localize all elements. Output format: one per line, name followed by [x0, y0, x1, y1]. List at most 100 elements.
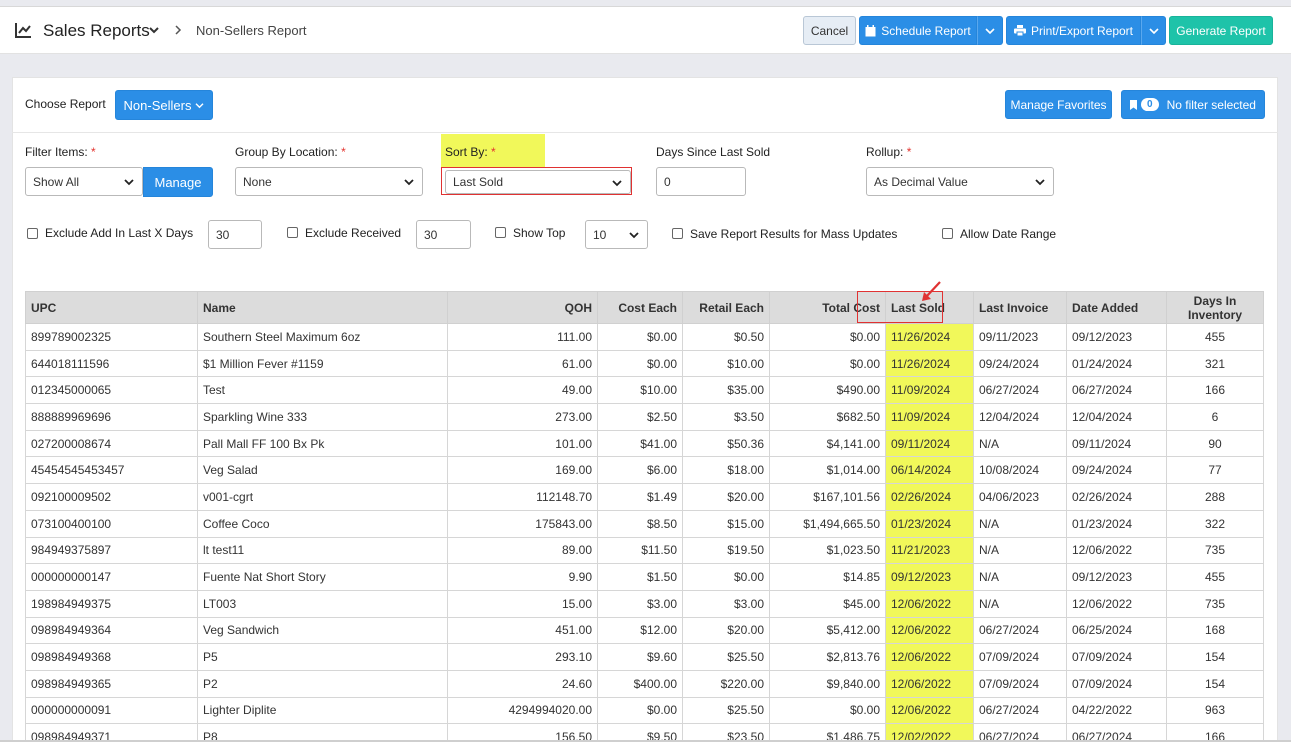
cell-upc: 073100400100: [25, 509, 198, 538]
cell-total-cost: $1,014.00: [769, 456, 886, 485]
cell-days-in-inventory: 166: [1166, 376, 1264, 405]
table-row[interactable]: 198984949375 LT003 15.00 $3.00 $3.00 $45.00 12…: [25, 589, 1264, 618]
generate-report-button[interactable]: Generate Report: [1169, 16, 1273, 45]
cell-total-cost: $1,494,665.50: [769, 509, 886, 538]
group-by-select[interactable]: None: [235, 167, 423, 196]
cell-days-in-inventory: 90: [1166, 429, 1264, 458]
exclude-received-input[interactable]: 30: [416, 220, 471, 249]
exclude-add-label: Exclude Add In Last X Days: [45, 226, 194, 240]
cell-upc: 888889969696: [25, 403, 198, 431]
choose-report-dropdown[interactable]: Non-Sellers: [115, 90, 213, 120]
print-dropdown-button[interactable]: [1141, 16, 1166, 45]
chevron-down-icon[interactable]: [148, 24, 160, 36]
col-header-name[interactable]: Name: [197, 291, 448, 324]
table-row[interactable]: 45454545453457 Veg Salad 169.00 $6.00 $18.00…: [25, 456, 1264, 485]
cell-days-in-inventory: 168: [1166, 616, 1264, 645]
exclude-add-checkbox[interactable]: [27, 228, 38, 239]
cell-date-added: 01/24/2024: [1066, 349, 1167, 378]
show-top-checkbox[interactable]: [495, 227, 506, 238]
cell-last-sold: 11/21/2023: [885, 536, 974, 565]
manage-button[interactable]: Manage: [143, 167, 213, 197]
table-row[interactable]: 073100400100 Coffee Coco 175843.00 $8.50 $15…: [25, 509, 1264, 538]
table-row[interactable]: 098984949365 P2 24.60 $400.00 $220.00 $9,840.…: [25, 669, 1264, 698]
cell-upc: 098984949364: [25, 616, 198, 645]
cell-cost-each: $10.00: [597, 376, 683, 405]
cell-total-cost: $0.00: [769, 349, 886, 378]
rollup-select[interactable]: As Decimal Value: [866, 167, 1054, 196]
table-row[interactable]: 644018111596 $1 Million Fever #1159 61.00 $…: [25, 349, 1264, 378]
manage-favorites-button[interactable]: Manage Favorites: [1005, 90, 1112, 119]
table-row[interactable]: 888889969696 Sparkling Wine 333 273.00 $2.5…: [25, 403, 1264, 431]
cell-name: Sparkling Wine 333: [197, 403, 448, 431]
cell-days-in-inventory: 735: [1166, 589, 1264, 618]
schedule-report-button[interactable]: Schedule Report: [859, 16, 977, 45]
exclude-received-checkbox[interactable]: [287, 227, 298, 238]
group-by-value: None: [243, 174, 272, 189]
exclude-add-input[interactable]: 30: [208, 220, 262, 249]
col-header-qoh[interactable]: QOH: [447, 291, 598, 324]
filter-items-select[interactable]: Show All: [25, 167, 143, 196]
cell-last-invoice: 04/06/2023: [973, 483, 1067, 511]
cell-days-in-inventory: 321: [1166, 349, 1264, 378]
col-header-retail-each[interactable]: Retail Each: [682, 291, 770, 324]
cell-days-in-inventory: 735: [1166, 536, 1264, 565]
days-since-input[interactable]: 0: [656, 167, 746, 196]
table-body: 899789002325 Southern Steel Maximum 6oz 11…: [25, 323, 1264, 742]
cell-name: Test: [197, 376, 448, 405]
col-header-cost-each[interactable]: Cost Each: [597, 291, 683, 324]
cell-cost-each: $6.00: [597, 456, 683, 485]
cell-last-invoice: N/A: [973, 589, 1067, 618]
cell-upc: 000000000147: [25, 563, 198, 591]
cell-retail-each: $0.50: [682, 323, 770, 351]
cell-total-cost: $167,101.56: [769, 483, 886, 511]
calendar-icon: [865, 24, 876, 36]
table-row[interactable]: 027200008674 Pall Mall FF 100 Bx Pk 101.00…: [25, 429, 1264, 458]
col-header-last-invoice[interactable]: Last Invoice: [973, 291, 1067, 324]
cell-name: Southern Steel Maximum 6oz: [197, 323, 448, 351]
cell-cost-each: $41.00: [597, 429, 683, 458]
bookmark-icon: [1130, 99, 1138, 110]
filter-selection-button[interactable]: 0 No filter selected: [1121, 90, 1265, 119]
cancel-button[interactable]: Cancel: [803, 16, 856, 45]
cell-retail-each: $25.50: [682, 696, 770, 725]
table-row[interactable]: 000000000091 Lighter Diplite 4294994020.00…: [25, 696, 1264, 725]
cell-date-added: 12/06/2022: [1066, 536, 1167, 565]
cell-last-sold: 01/23/2024: [885, 509, 974, 538]
cell-cost-each: $11.50: [597, 536, 683, 565]
table-row[interactable]: 098984949364 Veg Sandwich 451.00 $12.00 $20.…: [25, 616, 1264, 645]
schedule-dropdown-button[interactable]: [977, 16, 1003, 45]
col-header-days-in-inventory[interactable]: Days In Inventory: [1166, 291, 1264, 324]
cell-date-added: 09/12/2023: [1066, 563, 1167, 591]
cell-qoh: 112148.70: [447, 483, 598, 511]
show-top-value: 10: [593, 227, 607, 242]
cell-name: Veg Salad: [197, 456, 448, 485]
cell-days-in-inventory: 322: [1166, 509, 1264, 538]
show-top-select[interactable]: 10: [585, 220, 648, 249]
chevron-down-icon: [404, 179, 414, 186]
cell-cost-each: $8.50: [597, 509, 683, 538]
filter-label: No filter selected: [1166, 97, 1256, 112]
table-row[interactable]: 092100009502 v001-cgrt 112148.70 $1.49 $20.0…: [25, 483, 1264, 511]
table-row[interactable]: 899789002325 Southern Steel Maximum 6oz 11…: [25, 323, 1264, 351]
cell-upc: 012345000065: [25, 376, 198, 405]
col-header-date-added[interactable]: Date Added: [1066, 291, 1167, 324]
save-results-checkbox[interactable]: [672, 228, 683, 239]
col-header-upc[interactable]: UPC: [25, 291, 198, 324]
cell-upc: 45454545453457: [25, 456, 198, 485]
exclude-received-value: 30: [424, 227, 438, 242]
table-row[interactable]: 984949375897 lt test11 89.00 $11.50 $19.50 $1…: [25, 536, 1264, 565]
table-row[interactable]: 098984949368 P5 293.10 $9.60 $25.50 $2,813.76…: [25, 643, 1264, 671]
cell-upc: 984949375897: [25, 536, 198, 565]
table-row[interactable]: 012345000065 Test 49.00 $10.00 $35.00 $490.00…: [25, 376, 1264, 405]
report-selected: Non-Sellers: [123, 97, 192, 113]
print-export-button[interactable]: Print/Export Report: [1006, 16, 1141, 45]
cell-total-cost: $1,023.50: [769, 536, 886, 565]
cell-name: $1 Million Fever #1159: [197, 349, 448, 378]
allow-date-range-checkbox[interactable]: [942, 228, 953, 239]
cell-last-sold: 06/14/2024: [885, 456, 974, 485]
rollup-label: Rollup: *: [866, 145, 912, 159]
chevron-down-icon: [1035, 179, 1045, 186]
cell-qoh: 61.00: [447, 349, 598, 378]
cell-date-added: 01/23/2024: [1066, 509, 1167, 538]
table-row[interactable]: 000000000147 Fuente Nat Short Story 9.90 $1…: [25, 563, 1264, 591]
